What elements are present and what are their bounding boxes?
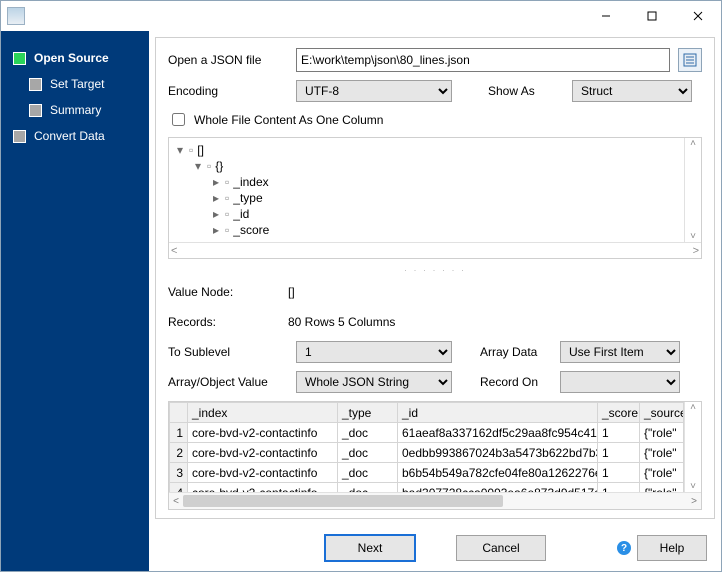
grid-horizontal-scrollbar[interactable]: ˂ ˃: [169, 492, 701, 509]
table-row[interactable]: 2core-bvd-v2-contactinfo_doc0edbb9938670…: [170, 443, 684, 463]
tree-vertical-scrollbar[interactable]: ˄˅: [684, 138, 701, 242]
titlebar: [1, 1, 721, 31]
step-label: Set Target: [50, 77, 104, 91]
step-label: Summary: [50, 103, 101, 117]
tree-field[interactable]: _index: [233, 175, 268, 189]
grid-header[interactable]: _source: [640, 403, 684, 423]
tree-field[interactable]: _id: [233, 207, 249, 221]
table-row[interactable]: 3core-bvd-v2-contactinfo_docb6b54b549a78…: [170, 463, 684, 483]
step-status-icon: [13, 52, 26, 65]
step-label: Convert Data: [34, 129, 105, 143]
whole-file-label: Whole File Content As One Column: [194, 113, 383, 127]
record-on-select[interactable]: [560, 371, 680, 393]
grid-header[interactable]: _index: [188, 403, 338, 423]
tree-field[interactable]: _type: [233, 191, 262, 205]
step-status-icon: [13, 130, 26, 143]
cancel-button[interactable]: Cancel: [456, 535, 546, 561]
step-label: Open Source: [34, 51, 109, 65]
maximize-button[interactable]: [629, 1, 675, 31]
tree-field[interactable]: _score: [233, 223, 269, 237]
to-sublevel-label: To Sublevel: [168, 345, 296, 359]
encoding-select[interactable]: UTF-8: [296, 80, 452, 102]
sidebar: Open Source Set Target Summary Convert D…: [1, 31, 149, 571]
step-open-source[interactable]: Open Source: [1, 45, 149, 71]
browse-file-button[interactable]: [678, 48, 702, 72]
help-icon: ?: [617, 541, 631, 555]
show-as-label: Show As: [488, 84, 564, 98]
file-path-input[interactable]: [296, 48, 670, 72]
step-status-icon: [29, 78, 42, 91]
grid-header[interactable]: _id: [398, 403, 598, 423]
tree-root[interactable]: []: [197, 143, 204, 157]
grid-header[interactable]: _score: [598, 403, 640, 423]
array-object-value-label: Array/Object Value: [168, 375, 296, 389]
tree-object[interactable]: {}: [215, 159, 223, 173]
table-row[interactable]: 1core-bvd-v2-contactinfo_doc61aeaf8a3371…: [170, 423, 684, 443]
step-summary[interactable]: Summary: [17, 97, 149, 123]
value-node-value: []: [288, 285, 295, 299]
tree-horizontal-scrollbar[interactable]: ˂˃: [169, 242, 701, 258]
records-label: Records:: [168, 315, 288, 329]
close-button[interactable]: [675, 1, 721, 31]
scroll-thumb[interactable]: [183, 495, 503, 507]
preview-grid[interactable]: _index _type _id _score _source 1core-bv…: [168, 401, 702, 510]
to-sublevel-select[interactable]: 1: [296, 341, 452, 363]
table-row[interactable]: 4core-bvd-v2-contactinfo_docbad307728cca…: [170, 483, 684, 493]
array-data-select[interactable]: Use First Item: [560, 341, 680, 363]
step-set-target[interactable]: Set Target: [17, 71, 149, 97]
record-on-label: Record On: [480, 375, 560, 389]
minimize-button[interactable]: [583, 1, 629, 31]
array-object-value-select[interactable]: Whole JSON String: [296, 371, 452, 393]
app-icon: [7, 7, 25, 25]
grid-header-row: _index _type _id _score _source: [170, 403, 684, 423]
array-data-label: Array Data: [480, 345, 560, 359]
step-status-icon: [29, 104, 42, 117]
next-button[interactable]: Next: [324, 534, 416, 562]
open-file-label: Open a JSON file: [168, 53, 288, 67]
show-as-select[interactable]: Struct: [572, 80, 692, 102]
grid-header[interactable]: _type: [338, 403, 398, 423]
splitter-handle[interactable]: · · · · · · ·: [168, 267, 702, 273]
encoding-label: Encoding: [168, 84, 288, 98]
json-tree[interactable]: ▾▫[] ▾▫{} ▸▫_index ▸▫_type ▸▫_id ▸▫_scor…: [168, 137, 702, 259]
records-value: 80 Rows 5 Columns: [288, 315, 395, 329]
value-node-label: Value Node:: [168, 285, 288, 299]
whole-file-checkbox-row[interactable]: Whole File Content As One Column: [168, 110, 702, 129]
grid-vertical-scrollbar[interactable]: ˄˅: [684, 402, 701, 492]
step-convert-data[interactable]: Convert Data: [1, 123, 149, 149]
whole-file-checkbox[interactable]: [172, 113, 185, 126]
help-button[interactable]: Help: [637, 535, 707, 561]
